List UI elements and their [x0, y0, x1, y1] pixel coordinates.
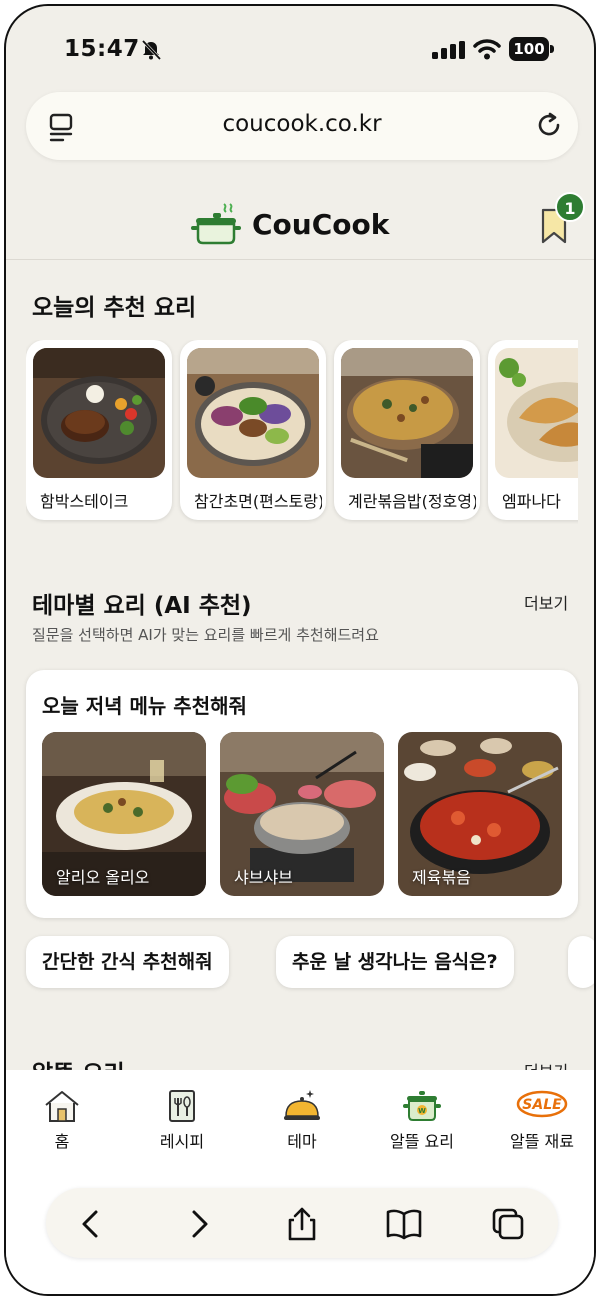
svg-text:W: W	[418, 1107, 426, 1115]
dish-tile[interactable]: 알리오 올리오	[42, 732, 206, 896]
theme-subtitle: 질문을 선택하면 AI가 맞는 요리를 빠르게 추천해드려요	[32, 626, 379, 644]
dish-tile[interactable]: 샤브샤브	[220, 732, 384, 896]
logo-pot-icon	[191, 203, 241, 245]
question-chip-overflow[interactable]	[568, 936, 594, 988]
url-text[interactable]: coucook.co.kr	[26, 111, 578, 137]
recommended-title: 오늘의 추천 요리	[32, 295, 197, 321]
theme-title: 테마별 요리 (AI 추천)	[32, 593, 252, 619]
recipe-icon	[169, 1090, 195, 1122]
muted-bell-icon	[141, 39, 162, 61]
battery-tip	[550, 45, 554, 53]
home-icon	[45, 1091, 79, 1122]
forward-icon[interactable]	[180, 1206, 216, 1242]
tab-label: 테마	[287, 1132, 317, 1151]
recipe-card[interactable]: 함박스테이크	[26, 340, 172, 520]
theme-question: 오늘 저녁 메뉴 추천해줘	[42, 694, 247, 718]
recipe-card[interactable]: 엠파나다	[488, 340, 578, 520]
bottom-tab-bar: 홈 레시피 테마 W 알뜰 요리 SALE 알뜰 재료	[6, 1070, 594, 1294]
recipe-photo	[187, 348, 319, 478]
dish-name: 제육볶음	[412, 868, 471, 887]
recipe-card[interactable]: 계란볶음밥(정호영)	[334, 340, 480, 520]
reload-icon[interactable]	[536, 112, 564, 140]
tab-label: 홈	[54, 1132, 70, 1151]
battery-indicator: 100	[509, 37, 555, 61]
dish-name: 샤브샤브	[234, 868, 293, 887]
url-bar[interactable]: coucook.co.kr	[26, 92, 578, 160]
tab-label: 알뜰 재료	[510, 1132, 574, 1151]
brand-name: CouCook	[252, 208, 390, 241]
browser-toolbar	[46, 1188, 558, 1258]
phone-screen: 15:47 100 coucook.co.kr CouCook 1 오늘의 추천…	[4, 4, 596, 1296]
status-time: 15:47	[64, 36, 140, 62]
sale-text: SALE	[522, 1097, 562, 1113]
dish-tile[interactable]: 제육볶음	[398, 732, 562, 896]
back-icon[interactable]	[74, 1206, 110, 1242]
sale-icon: SALE	[516, 1090, 568, 1118]
tab-thrifty-cooking[interactable]: W 알뜰 요리	[372, 1088, 472, 1152]
tab-label: 알뜰 요리	[390, 1132, 454, 1151]
recipe-photo	[341, 348, 473, 478]
battery-level: 100	[509, 37, 549, 61]
tab-recipe[interactable]: 레시피	[132, 1088, 232, 1152]
pot-icon: W	[403, 1091, 441, 1121]
share-icon[interactable]	[284, 1206, 320, 1242]
tab-home[interactable]: 홈	[12, 1088, 112, 1152]
tab-theme[interactable]: 테마	[252, 1088, 352, 1152]
recipe-photo	[33, 348, 165, 478]
dish-name: 알리오 올리오	[56, 868, 150, 887]
cloche-icon	[284, 1090, 320, 1120]
theme-more-link[interactable]: 더보기	[524, 590, 568, 614]
tab-label: 레시피	[159, 1132, 205, 1151]
question-chip[interactable]: 간단한 간식 추천해줘	[26, 936, 229, 988]
recipe-photo	[495, 348, 578, 478]
bookmarks-book-icon[interactable]	[386, 1206, 422, 1242]
recipe-name: 계란볶음밥(정호영)	[348, 492, 476, 511]
recipe-name: 참간초면(편스토랑)	[194, 492, 322, 511]
theme-question-card[interactable]: 오늘 저녁 메뉴 추천해줘 알리오 올리오 샤브샤브 제육볶음	[26, 670, 578, 918]
app-header: CouCook 1	[6, 192, 594, 260]
wifi-icon	[473, 39, 501, 60]
tab-thrifty-ingredients[interactable]: SALE 알뜰 재료	[492, 1088, 592, 1152]
tabs-icon[interactable]	[490, 1206, 526, 1242]
recommended-carousel[interactable]: 함박스테이크 참간초면(편스토랑) 계란볶음밥(정호영) 엠파나다	[26, 340, 578, 524]
recipe-name: 엠파나다	[502, 492, 561, 511]
bookmark-count-badge: 1	[555, 192, 585, 222]
signal-icon	[432, 41, 465, 59]
recipe-name: 함박스테이크	[40, 492, 129, 511]
question-chip[interactable]: 추운 날 생각나는 음식은?	[276, 936, 514, 988]
recipe-card[interactable]: 참간초면(편스토랑)	[180, 340, 326, 520]
